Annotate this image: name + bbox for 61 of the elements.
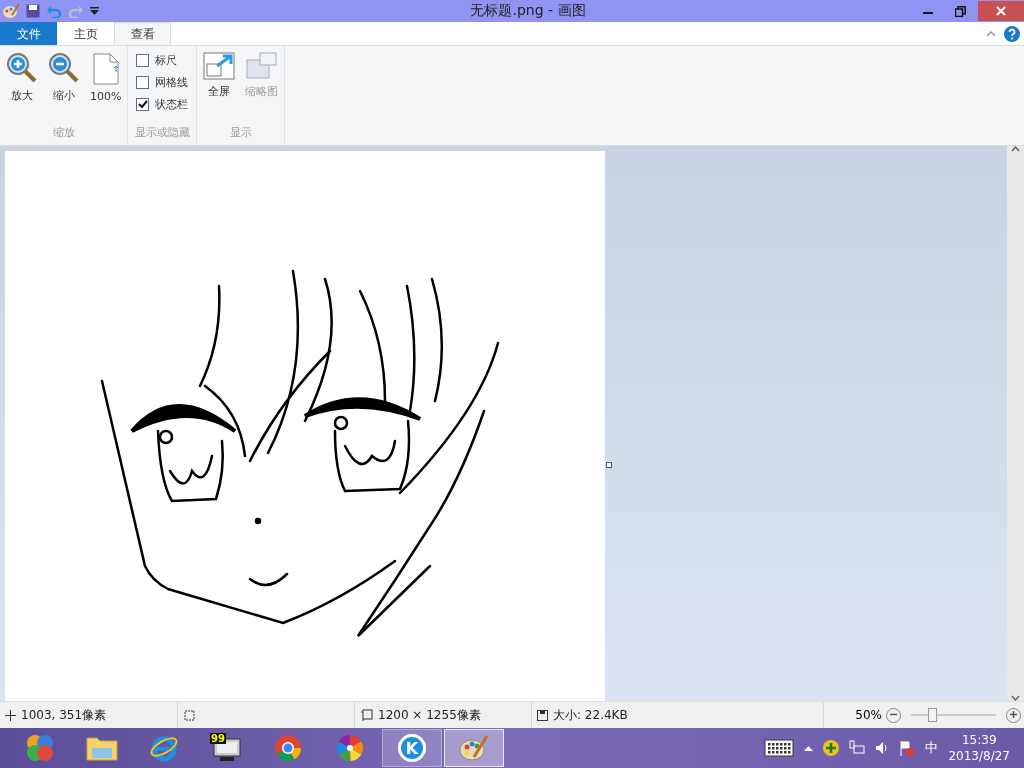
file-menu-tab[interactable]: 文件: [0, 22, 57, 45]
scroll-down-icon[interactable]: [1011, 695, 1020, 701]
checkbox-label: 网格线: [155, 75, 189, 90]
thumbnail-icon: [245, 52, 278, 80]
dropdown-icon[interactable]: [90, 7, 99, 15]
scroll-up-icon[interactable]: [1011, 146, 1020, 152]
file-size: 大小: 22.4KB: [553, 706, 628, 724]
close-button[interactable]: [978, 1, 1024, 21]
ribbon-tab[interactable]: 查看: [114, 22, 171, 45]
folder-icon[interactable]: [86, 734, 118, 762]
zoom-percent: 50%: [855, 708, 882, 722]
slider-thumb[interactable]: [928, 708, 938, 722]
zoom-in-button[interactable]: [1006, 707, 1021, 723]
volume-icon[interactable]: [875, 741, 890, 755]
window-title: 无标题.png - 画图: [469, 2, 587, 20]
image-size-icon: [360, 708, 373, 722]
image-size: 1200 × 1255像素: [378, 706, 481, 724]
collapse-ribbon-icon[interactable]: [986, 30, 996, 37]
save-icon[interactable]: [26, 4, 40, 18]
keyboard-icon[interactable]: [764, 739, 795, 757]
taskbar-button[interactable]: 99: [196, 729, 256, 767]
plus-icon[interactable]: [823, 740, 840, 756]
group-label: 显示或隐藏: [133, 125, 191, 141]
move-cursor-icon: [5, 709, 16, 721]
checkbox-label: 状态栏: [155, 97, 189, 112]
ribbon-button[interactable]: 放大: [4, 50, 40, 125]
vertical-scrollbar[interactable]: [1007, 146, 1024, 701]
network-icon[interactable]: [849, 740, 866, 756]
zoom-in-icon: [6, 52, 38, 84]
chrome-icon[interactable]: [273, 733, 303, 763]
palette-icon[interactable]: [458, 733, 490, 763]
count-badge: 99: [210, 733, 226, 744]
group-label: 显示: [228, 125, 253, 141]
selection-icon: [183, 708, 196, 722]
help-icon[interactable]: [1004, 25, 1020, 42]
zoom-out-icon: [48, 52, 80, 84]
colored-circles-icon[interactable]: [25, 733, 55, 763]
checkbox[interactable]: [136, 54, 150, 67]
show-hidden-icon[interactable]: [804, 745, 814, 751]
checkbox[interactable]: [136, 98, 150, 111]
flag-icon[interactable]: [899, 740, 916, 756]
input-method-indicator[interactable]: 中: [925, 739, 939, 757]
pinwheel-icon[interactable]: [335, 733, 365, 763]
fullscreen-icon: [203, 52, 236, 80]
ribbon-button[interactable]: 缩小: [46, 50, 82, 125]
clock[interactable]: 15:39 2013/8/27: [948, 732, 1010, 764]
ribbon-button[interactable]: 100%: [88, 50, 124, 125]
canvas[interactable]: [5, 151, 605, 703]
checkbox-label: 标尺: [155, 53, 178, 68]
plus-icon: [1009, 710, 1018, 719]
ribbon-button[interactable]: 全屏: [201, 50, 238, 125]
zoom-out-button[interactable]: [886, 707, 901, 723]
close-icon: [996, 6, 1006, 16]
taskbar-button[interactable]: [444, 729, 504, 767]
restore-icon: [954, 5, 966, 17]
page-icon: [91, 52, 120, 86]
group-label: 缩放: [51, 125, 76, 141]
resize-handle[interactable]: [606, 462, 612, 468]
cursor-position: 1003, 351像素: [21, 706, 107, 724]
checkbox[interactable]: [136, 76, 150, 89]
palette-icon[interactable]: [2, 3, 20, 19]
